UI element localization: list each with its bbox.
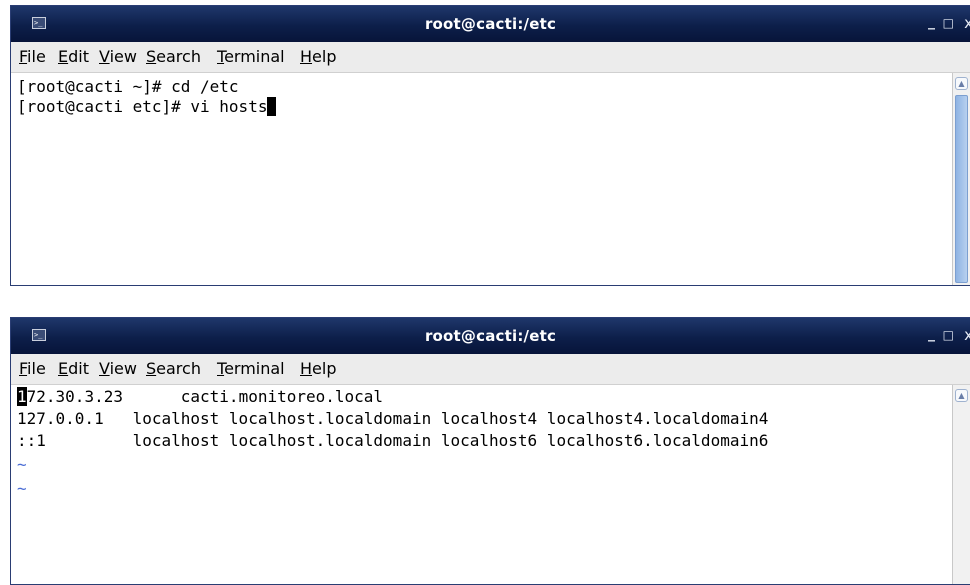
- title-bar[interactable]: >_ root@cacti:/etc _ □ x: [11, 318, 970, 354]
- terminal-line: [root@cacti etc]# vi hosts: [17, 97, 277, 117]
- menu-edit[interactable]: Edit: [58, 42, 89, 72]
- title-bar[interactable]: >_ root@cacti:/etc _ □ x: [11, 6, 970, 42]
- minimize-icon[interactable]: _: [928, 14, 935, 30]
- text-cursor: 1: [17, 387, 27, 406]
- terminal-window-1: >_ root@cacti:/etc _ □ x File Edit View …: [10, 5, 970, 286]
- menu-terminal[interactable]: Terminal: [217, 42, 285, 72]
- terminal-window-2: >_ root@cacti:/etc _ □ x File Edit View …: [10, 317, 970, 585]
- empty-line-tilde: ~: [17, 479, 27, 498]
- menu-edit[interactable]: Edit: [58, 354, 89, 384]
- scroll-thumb[interactable]: [955, 95, 968, 283]
- menu-file[interactable]: File: [19, 42, 46, 72]
- hosts-line: ::1 localhost localhost.localdomain loca…: [17, 431, 769, 450]
- text-cursor: [267, 97, 277, 116]
- terminal-area[interactable]: [root@cacti ~]# cd /etc [root@cacti etc]…: [11, 73, 970, 285]
- menu-bar: File Edit View Search Terminal Help: [11, 42, 970, 73]
- menu-file[interactable]: File: [19, 354, 46, 384]
- terminal-line: [root@cacti ~]# cd /etc: [17, 77, 239, 96]
- close-icon[interactable]: x: [964, 327, 970, 343]
- command-text: [root@cacti etc]# vi hosts: [17, 97, 268, 116]
- menu-terminal[interactable]: Terminal: [217, 354, 285, 384]
- window-title: root@cacti:/etc: [424, 327, 557, 345]
- maximize-icon[interactable]: □: [943, 15, 954, 31]
- maximize-icon[interactable]: □: [943, 327, 954, 343]
- vi-editor-area[interactable]: 172.30.3.23 cacti.monitoreo.local 127.0.…: [11, 385, 970, 584]
- menu-help[interactable]: Help: [300, 354, 336, 384]
- close-icon[interactable]: x: [964, 15, 970, 31]
- scrollbar[interactable]: ▲: [952, 73, 970, 285]
- menu-bar: File Edit View Search Terminal Help: [11, 354, 970, 385]
- minimize-icon[interactable]: _: [928, 326, 935, 342]
- menu-help[interactable]: Help: [300, 42, 336, 72]
- hosts-entry: 72.30.3.23 cacti.monitoreo.local: [26, 387, 384, 406]
- menu-view[interactable]: View: [99, 354, 137, 384]
- menu-search[interactable]: Search: [146, 42, 201, 72]
- hosts-line: 172.30.3.23 cacti.monitoreo.local: [17, 387, 383, 407]
- scroll-up-icon[interactable]: ▲: [955, 77, 968, 90]
- scroll-up-icon[interactable]: ▲: [955, 389, 968, 402]
- window-title: root@cacti:/etc: [424, 15, 557, 33]
- scrollbar[interactable]: ▲: [952, 385, 970, 584]
- empty-line-tilde: ~: [17, 455, 27, 474]
- menu-view[interactable]: View: [99, 42, 137, 72]
- hosts-line: 127.0.0.1 localhost localhost.localdomai…: [17, 409, 769, 428]
- menu-search[interactable]: Search: [146, 354, 201, 384]
